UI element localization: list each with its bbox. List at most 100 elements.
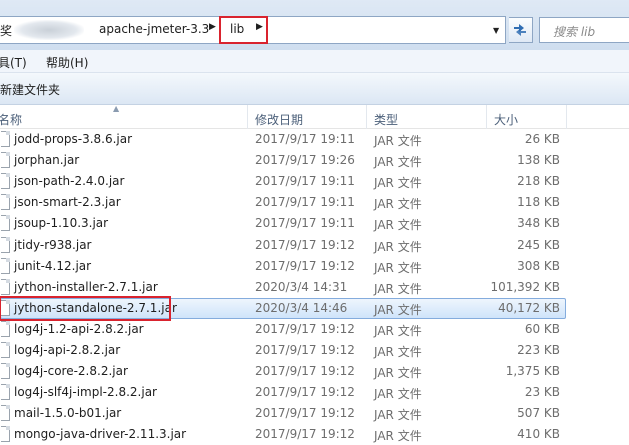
jar-file-icon: [1, 194, 10, 211]
blurred-breadcrumb: [14, 20, 84, 40]
file-type: JAR 文件: [374, 239, 422, 254]
refresh-icon: [514, 24, 526, 36]
refresh-button[interactable]: [509, 17, 533, 43]
column-divider[interactable]: [566, 105, 567, 129]
jython-standalone-highlight-box: [0, 295, 171, 321]
file-modified-date: 2017/9/17 19:12: [255, 343, 355, 357]
file-row[interactable]: log4j-1.2-api-2.8.2.jar 2017/9/17 19:12 JA…: [0, 319, 629, 340]
address-bar-row: 奖 apache-jmeter-3.3 ▶ lib ▶ ▼ 搜索 lib: [0, 0, 629, 50]
menu-help[interactable]: 帮助(H): [46, 54, 88, 71]
breadcrumb-chevron-icon[interactable]: ▶: [209, 22, 216, 32]
menu-bar: 具(T) 帮助(H): [0, 50, 629, 73]
file-row[interactable]: mail-1.5.0-b01.jar 2017/9/17 19:12 JAR 文件 5…: [0, 403, 629, 424]
file-name: mongo-java-driver-2.11.3.jar: [14, 427, 187, 442]
file-type: JAR 文件: [374, 155, 422, 170]
file-modified-date: 2017/9/17 19:11: [255, 174, 355, 189]
file-row[interactable]: mongo-java-driver-2.11.3.jar 2017/9/17 19…: [0, 424, 629, 445]
file-modified-date: 2017/9/17 19:12: [255, 385, 355, 400]
jar-file-icon: [1, 320, 10, 337]
column-header-type[interactable]: 类型: [374, 111, 398, 128]
file-size: 60 KB: [524, 321, 560, 336]
sort-ascending-icon: ▲: [113, 104, 120, 113]
file-size: 308 KB: [517, 258, 560, 273]
file-size: 101,392 KB: [490, 279, 560, 294]
file-name: jsoup-1.10.3.jar: [14, 216, 109, 231]
file-modified-date: 2017/9/17 19:12: [255, 427, 355, 442]
jar-file-icon: [1, 236, 10, 253]
file-type: JAR 文件: [374, 281, 422, 296]
file-row[interactable]: jython-installer-2.7.1.jar 2020/3/4 14:31…: [0, 277, 629, 298]
file-size: 410 KB: [517, 427, 560, 442]
file-type: JAR 文件: [374, 302, 422, 317]
file-row[interactable]: json-smart-2.3.jar 2017/9/17 19:11 JAR 文件 1…: [0, 192, 629, 213]
new-folder-button[interactable]: 新建文件夹: [0, 81, 60, 98]
file-modified-date: 2017/9/17 19:12: [255, 406, 355, 421]
file-row[interactable]: log4j-api-2.8.2.jar 2017/9/17 19:12 JAR 文件…: [0, 340, 629, 361]
jar-file-icon: [1, 363, 10, 380]
file-row[interactable]: junit-4.12.jar 2017/9/17 19:12 JAR 文件 308 K…: [0, 256, 629, 277]
file-modified-date: 2020/3/4 14:46: [255, 300, 348, 315]
file-row[interactable]: jorphan.jar 2017/9/17 19:26 JAR 文件 138 KB: [0, 150, 629, 171]
file-modified-date: 2017/9/17 19:12: [255, 237, 355, 252]
file-name: jtidy-r938.jar: [14, 237, 92, 252]
lib-highlight-box: [219, 16, 268, 44]
column-header-name[interactable]: 名称: [0, 111, 22, 128]
column-header-size[interactable]: 大小: [494, 111, 518, 128]
file-row[interactable]: log4j-slf4j-impl-2.8.2.jar 2017/9/17 19:1…: [0, 382, 629, 403]
file-size: 1,375 KB: [505, 364, 560, 379]
file-name: json-smart-2.3.jar: [14, 195, 121, 210]
search-input[interactable]: 搜索 lib: [539, 17, 629, 43]
file-name: jython-installer-2.7.1.jar: [14, 279, 158, 294]
file-name: log4j-slf4j-impl-2.8.2.jar: [14, 385, 157, 400]
breadcrumb-apache-jmeter[interactable]: apache-jmeter-3.3: [99, 22, 209, 36]
file-name: junit-4.12.jar: [14, 258, 92, 273]
jar-file-icon: [1, 405, 10, 422]
file-size: 507 KB: [517, 406, 560, 421]
jar-file-icon: [1, 278, 10, 295]
address-dropdown-icon[interactable]: ▼: [493, 26, 499, 35]
file-modified-date: 2017/9/17 19:11: [255, 132, 355, 146]
file-size: 223 KB: [517, 343, 560, 357]
column-header-date[interactable]: 修改日期: [255, 111, 303, 128]
file-list: jodd-props-3.8.6.jar 2017/9/17 19:11 JAR 文…: [0, 129, 629, 445]
file-modified-date: 2017/9/17 19:26: [255, 153, 355, 168]
file-row[interactable]: json-path-2.4.0.jar 2017/9/17 19:11 JAR 文件…: [0, 171, 629, 192]
file-type: JAR 文件: [374, 218, 422, 233]
file-modified-date: 2017/9/17 19:12: [255, 258, 355, 273]
jar-file-icon: [1, 257, 10, 274]
file-row[interactable]: log4j-core-2.8.2.jar 2017/9/17 19:12 JAR 文…: [0, 361, 629, 382]
breadcrumb-partial[interactable]: 奖: [0, 22, 12, 39]
jar-file-icon: [1, 384, 10, 401]
jar-file-icon: [1, 131, 10, 147]
file-modified-date: 2017/9/17 19:11: [255, 195, 355, 210]
file-name: json-path-2.4.0.jar: [14, 174, 125, 189]
column-divider[interactable]: [486, 105, 487, 129]
jar-file-icon: [1, 215, 10, 232]
search-placeholder: 搜索 lib: [553, 25, 596, 39]
jar-file-icon: [1, 342, 10, 358]
command-bar: 新建文件夹: [0, 73, 629, 105]
file-row[interactable]: jython-standalone-2.7.1.jar 2020/3/4 14:4…: [0, 295, 629, 321]
file-name: log4j-api-2.8.2.jar: [14, 343, 121, 357]
file-name: log4j-1.2-api-2.8.2.jar: [14, 321, 144, 336]
menu-tools[interactable]: 具(T): [0, 54, 27, 71]
file-size: 118 KB: [517, 195, 560, 210]
file-type: JAR 文件: [374, 345, 422, 359]
file-type: JAR 文件: [374, 323, 422, 338]
column-divider[interactable]: [366, 105, 367, 129]
file-size: 245 KB: [517, 237, 560, 252]
file-type: JAR 文件: [374, 408, 422, 423]
file-row[interactable]: jsoup-1.10.3.jar 2017/9/17 19:11 JAR 文件 348…: [0, 213, 629, 234]
jar-file-icon: [1, 152, 10, 169]
column-headers: ▲ 名称 修改日期 类型 大小: [0, 104, 629, 129]
file-size: 40,172 KB: [498, 300, 560, 315]
file-name: mail-1.5.0-b01.jar: [14, 406, 122, 421]
file-size: 138 KB: [517, 153, 560, 168]
address-bar[interactable]: 奖 apache-jmeter-3.3 ▶ lib ▶ ▼: [0, 16, 506, 44]
file-type: JAR 文件: [374, 366, 422, 381]
jar-file-icon: [1, 426, 10, 443]
file-type: JAR 文件: [374, 387, 422, 402]
file-row[interactable]: jodd-props-3.8.6.jar 2017/9/17 19:11 JAR 文…: [0, 129, 629, 150]
column-divider[interactable]: [247, 105, 248, 129]
file-row[interactable]: jtidy-r938.jar 2017/9/17 19:12 JAR 文件 245 K…: [0, 235, 629, 256]
